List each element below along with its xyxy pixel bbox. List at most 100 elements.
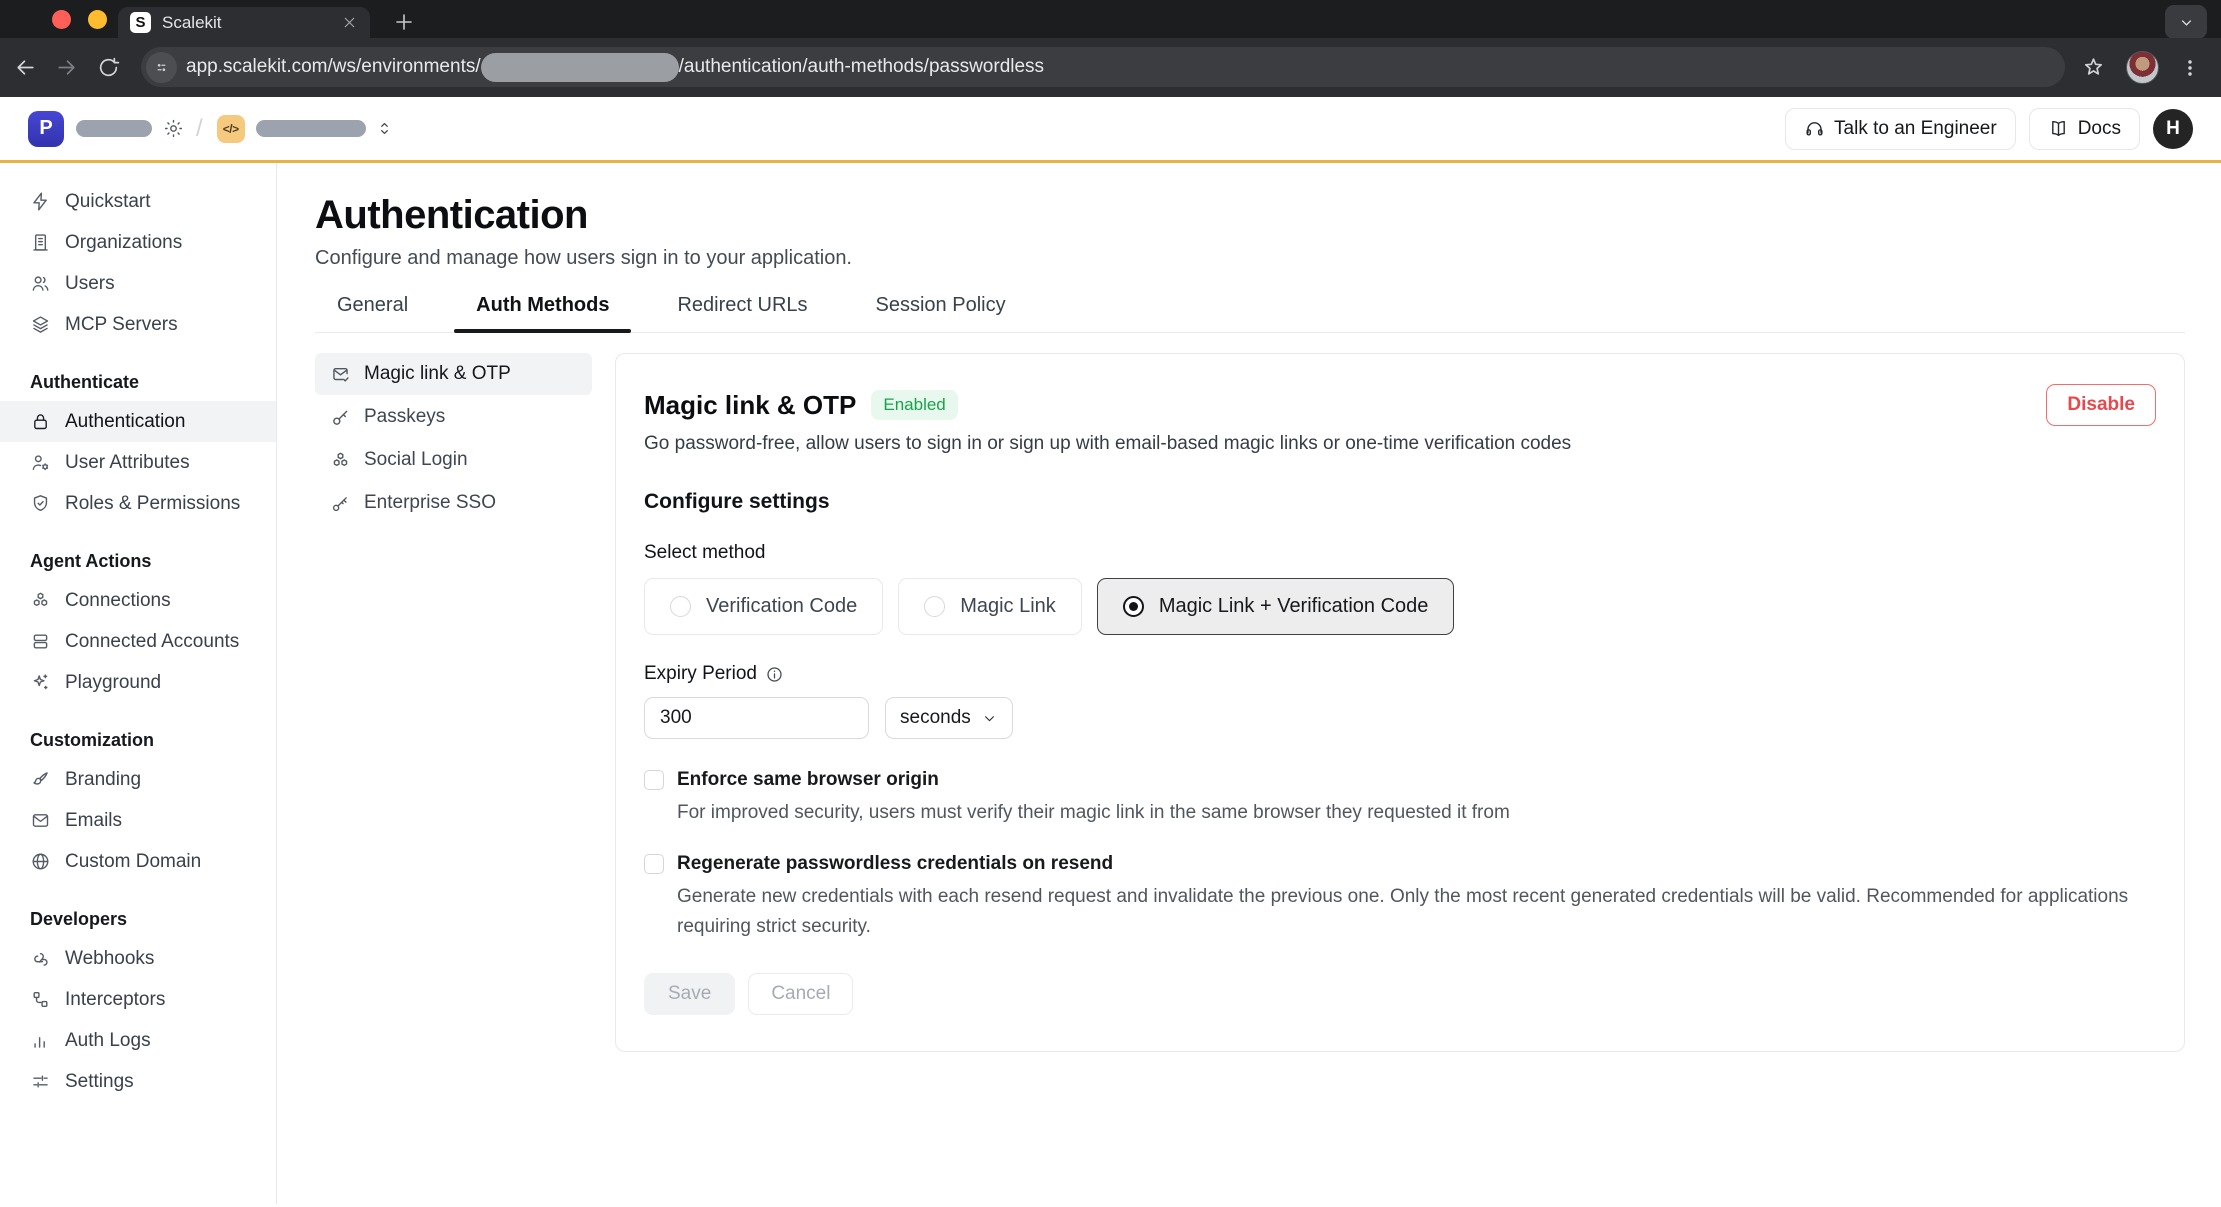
- sidebar-item-settings[interactable]: Settings: [0, 1061, 276, 1102]
- close-window-button[interactable]: [52, 10, 71, 29]
- users-icon: [30, 273, 51, 294]
- sidebar-item-branding[interactable]: Branding: [0, 759, 276, 800]
- interceptor-icon: [30, 989, 51, 1010]
- back-icon[interactable]: [13, 55, 38, 80]
- info-icon[interactable]: [765, 665, 784, 684]
- radio-verification-code[interactable]: Verification Code: [644, 578, 883, 635]
- sidebar-item-user-attributes[interactable]: User Attributes: [0, 442, 276, 483]
- browser-menu-icon[interactable]: [2179, 57, 2201, 79]
- page-tabs: General Auth Methods Redirect URLs Sessi…: [315, 294, 2185, 333]
- url-bar[interactable]: app.scalekit.com/ws/environments//authen…: [141, 47, 2065, 87]
- expiry-period-label: Expiry Period: [644, 663, 757, 685]
- browser-tab[interactable]: S Scalekit: [118, 7, 370, 38]
- radio-magic-link[interactable]: Magic Link: [898, 578, 1082, 635]
- forward-icon[interactable]: [54, 55, 79, 80]
- panel-title: Magic link & OTP: [644, 390, 856, 421]
- panel-description: Go password-free, allow users to sign in…: [644, 433, 2156, 455]
- tab-redirect-urls[interactable]: Redirect URLs: [655, 294, 829, 332]
- environment-switcher-chevrons-icon[interactable]: [375, 119, 394, 138]
- talk-to-engineer-button[interactable]: Talk to an Engineer: [1785, 108, 2016, 150]
- expiry-value-input[interactable]: [644, 697, 869, 739]
- new-tab-icon[interactable]: [392, 10, 416, 34]
- browser-profile-avatar[interactable]: [2126, 51, 2159, 84]
- tab-search-chevron[interactable]: [2165, 5, 2207, 39]
- subnav-item-passkeys[interactable]: Passkeys: [315, 396, 592, 438]
- sidebar-item-webhooks[interactable]: Webhooks: [0, 938, 276, 979]
- status-badge: Enabled: [871, 390, 957, 420]
- mail-icon: [30, 810, 51, 831]
- sidebar-item-interceptors[interactable]: Interceptors: [0, 979, 276, 1020]
- boxes-icon: [30, 590, 51, 611]
- bookmark-star-icon[interactable]: [2081, 55, 2106, 80]
- save-button[interactable]: Save: [644, 973, 735, 1015]
- chevron-down-icon: [2177, 13, 2196, 32]
- expiry-unit-select[interactable]: seconds: [885, 697, 1013, 739]
- sidebar-item-organizations[interactable]: Organizations: [0, 222, 276, 263]
- tab-close-icon[interactable]: [341, 14, 358, 31]
- browser-toolbar: app.scalekit.com/ws/environments//authen…: [0, 38, 2221, 97]
- sidebar-section-agent-actions: Agent Actions: [0, 542, 276, 580]
- sidebar-item-playground[interactable]: Playground: [0, 662, 276, 703]
- breadcrumb-separator: /: [196, 115, 203, 143]
- minimize-window-button[interactable]: [88, 10, 107, 29]
- enforce-same-browser-label: Enforce same browser origin: [677, 769, 939, 791]
- boxes-icon: [330, 450, 351, 471]
- subnav-item-enterprise-sso[interactable]: Enterprise SSO: [315, 482, 592, 524]
- disable-button[interactable]: Disable: [2046, 384, 2156, 426]
- sidebar-item-connected-accounts[interactable]: Connected Accounts: [0, 621, 276, 662]
- subnav-item-magic-link-otp[interactable]: Magic link & OTP: [315, 353, 592, 395]
- main-content: Authentication Configure and manage how …: [277, 163, 2221, 1204]
- user-gear-icon: [30, 452, 51, 473]
- globe-icon: [30, 851, 51, 872]
- sidebar-item-auth-logs[interactable]: Auth Logs: [0, 1020, 276, 1061]
- workspace-logo[interactable]: P: [28, 111, 64, 147]
- sparkles-icon: [30, 672, 51, 693]
- sliders-icon: [30, 1071, 51, 1092]
- regenerate-credentials-checkbox[interactable]: [644, 854, 664, 874]
- sidebar-item-emails[interactable]: Emails: [0, 800, 276, 841]
- docs-button[interactable]: Docs: [2029, 108, 2140, 150]
- sidebar-item-quickstart[interactable]: Quickstart: [0, 181, 276, 222]
- page-title: Authentication: [315, 193, 2185, 238]
- url-prefix: app.scalekit.com/ws/environments/: [186, 56, 481, 78]
- regenerate-credentials-description: Generate new credentials with each resen…: [677, 882, 2156, 941]
- tab-title: Scalekit: [162, 13, 330, 33]
- radio-magic-link-verification-code[interactable]: Magic Link + Verification Code: [1097, 578, 1455, 635]
- subnav-item-social-login[interactable]: Social Login: [315, 439, 592, 481]
- scalekit-favicon: S: [130, 12, 151, 33]
- talk-to-engineer-label: Talk to an Engineer: [1834, 118, 1997, 140]
- sidebar-item-custom-domain[interactable]: Custom Domain: [0, 841, 276, 882]
- sidebar-item-roles-permissions[interactable]: Roles & Permissions: [0, 483, 276, 524]
- brush-icon: [30, 769, 51, 790]
- radio-icon: [670, 596, 691, 617]
- sidebar-section-developers: Developers: [0, 900, 276, 938]
- layers-icon: [30, 314, 51, 335]
- sidebar-item-mcp-servers[interactable]: MCP Servers: [0, 304, 276, 345]
- user-avatar[interactable]: H: [2153, 109, 2193, 149]
- site-settings-icon[interactable]: [146, 52, 177, 83]
- enforce-same-browser-checkbox[interactable]: [644, 770, 664, 790]
- tab-session-policy[interactable]: Session Policy: [854, 294, 1028, 332]
- tab-auth-methods[interactable]: Auth Methods: [454, 294, 631, 332]
- environment-name-redacted: [256, 120, 366, 137]
- sidebar-item-authentication[interactable]: Authentication: [0, 401, 276, 442]
- bar-chart-icon: [30, 1030, 51, 1051]
- sidebar-item-connections[interactable]: Connections: [0, 580, 276, 621]
- environment-code-icon[interactable]: </>: [217, 115, 245, 143]
- rows-icon: [30, 631, 51, 652]
- select-method-label: Select method: [644, 542, 2156, 564]
- key-round-icon: [330, 493, 351, 514]
- webhook-icon: [30, 948, 51, 969]
- chevron-down-icon: [981, 710, 998, 727]
- zap-icon: [30, 191, 51, 212]
- sidebar-item-users[interactable]: Users: [0, 263, 276, 304]
- tab-general[interactable]: General: [315, 294, 430, 332]
- workspace-settings-gear-icon[interactable]: [163, 118, 184, 139]
- reload-icon[interactable]: [96, 55, 121, 80]
- sidebar-section-authenticate: Authenticate: [0, 363, 276, 401]
- app-header: P / </> Talk to an Engineer Docs H: [0, 97, 2221, 163]
- sidebar-section-customization: Customization: [0, 721, 276, 759]
- configure-settings-heading: Configure settings: [644, 490, 2156, 514]
- cancel-button[interactable]: Cancel: [748, 973, 853, 1015]
- method-radio-group: Verification Code Magic Link Magic Link …: [644, 578, 2156, 635]
